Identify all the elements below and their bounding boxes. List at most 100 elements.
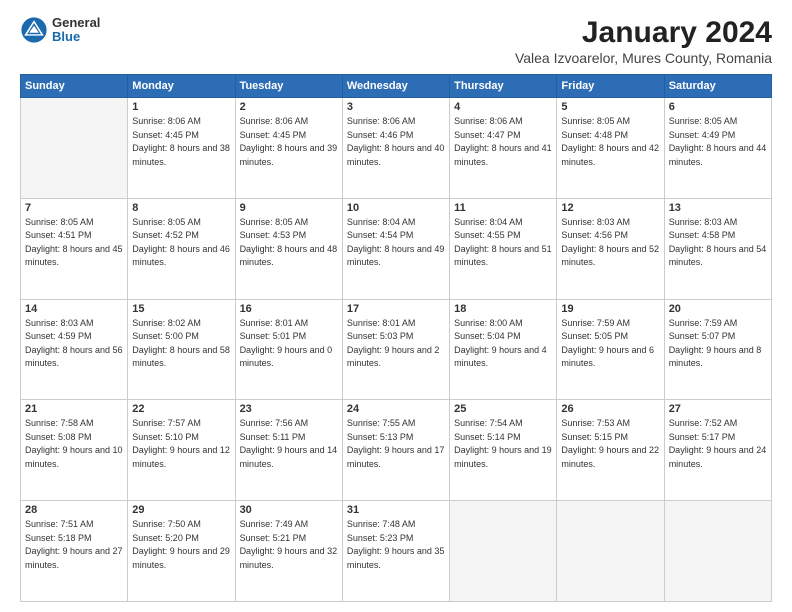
day-number: 2 (240, 101, 338, 113)
day-cell: 7Sunrise: 8:05 AMSunset: 4:51 PMDaylight… (21, 198, 128, 299)
day-detail: Sunrise: 8:03 AMSunset: 4:56 PMDaylight:… (561, 216, 659, 270)
day-cell: 13Sunrise: 8:03 AMSunset: 4:58 PMDayligh… (664, 198, 771, 299)
day-number: 25 (454, 403, 552, 415)
day-detail: Sunrise: 7:58 AMSunset: 5:08 PMDaylight:… (25, 417, 123, 471)
day-detail: Sunrise: 7:56 AMSunset: 5:11 PMDaylight:… (240, 417, 338, 471)
day-number: 14 (25, 303, 123, 315)
day-number: 20 (669, 303, 767, 315)
day-cell (21, 98, 128, 199)
day-detail: Sunrise: 8:06 AMSunset: 4:45 PMDaylight:… (132, 115, 230, 169)
day-detail: Sunrise: 8:01 AMSunset: 5:01 PMDaylight:… (240, 317, 338, 371)
day-cell: 27Sunrise: 7:52 AMSunset: 5:17 PMDayligh… (664, 400, 771, 501)
day-detail: Sunrise: 7:53 AMSunset: 5:15 PMDaylight:… (561, 417, 659, 471)
day-cell: 23Sunrise: 7:56 AMSunset: 5:11 PMDayligh… (235, 400, 342, 501)
day-cell: 18 Sunrise: 8:00 AMSunset: 5:04 PMDayligh… (450, 299, 557, 400)
day-detail: Sunrise: 8:05 AMSunset: 4:53 PMDaylight:… (240, 216, 338, 270)
day-detail: Sunrise: 7:50 AMSunset: 5:20 PMDaylight:… (132, 518, 230, 572)
day-cell: 6 Sunrise: 8:05 AMSunset: 4:49 PMDaylight… (664, 98, 771, 199)
day-detail: Sunrise: 7:51 AMSunset: 5:18 PMDaylight:… (25, 518, 123, 572)
col-header-wednesday: Wednesday (342, 75, 449, 98)
day-number: 29 (132, 504, 230, 516)
day-cell: 31Sunrise: 7:48 AMSunset: 5:23 PMDayligh… (342, 501, 449, 602)
day-detail: Sunrise: 7:49 AMSunset: 5:21 PMDaylight:… (240, 518, 338, 572)
col-header-sunday: Sunday (21, 75, 128, 98)
logo-text: General Blue (52, 16, 100, 45)
col-header-tuesday: Tuesday (235, 75, 342, 98)
week-row-5: 28 Sunrise: 7:51 AMSunset: 5:18 PMDayligh… (21, 501, 772, 602)
col-header-monday: Monday (128, 75, 235, 98)
day-number: 19 (561, 303, 659, 315)
day-cell: 19 Sunrise: 7:59 AMSunset: 5:05 PMDayligh… (557, 299, 664, 400)
day-cell: 24 Sunrise: 7:55 AMSunset: 5:13 PMDayligh… (342, 400, 449, 501)
header: General Blue January 2024 Valea Izvoarel… (20, 16, 772, 66)
day-number: 5 (561, 101, 659, 113)
day-detail: Sunrise: 8:06 AMSunset: 4:47 PMDaylight:… (454, 115, 552, 169)
day-cell: 11Sunrise: 8:04 AMSunset: 4:55 PMDayligh… (450, 198, 557, 299)
day-cell: 12 Sunrise: 8:03 AMSunset: 4:56 PMDayligh… (557, 198, 664, 299)
day-number: 1 (132, 101, 230, 113)
day-cell: 14Sunrise: 8:03 AMSunset: 4:59 PMDayligh… (21, 299, 128, 400)
day-cell (664, 501, 771, 602)
week-row-1: 1 Sunrise: 8:06 AMSunset: 4:45 PMDaylight… (21, 98, 772, 199)
day-detail: Sunrise: 8:05 AMSunset: 4:52 PMDaylight:… (132, 216, 230, 270)
main-title: January 2024 (515, 16, 772, 50)
day-cell: 8 Sunrise: 8:05 AMSunset: 4:52 PMDaylight… (128, 198, 235, 299)
day-number: 17 (347, 303, 445, 315)
day-detail: Sunrise: 7:54 AMSunset: 5:14 PMDaylight:… (454, 417, 552, 471)
logo-blue: Blue (52, 30, 100, 44)
header-row: SundayMondayTuesdayWednesdayThursdayFrid… (21, 75, 772, 98)
day-number: 12 (561, 202, 659, 214)
day-cell: 25 Sunrise: 7:54 AMSunset: 5:14 PMDayligh… (450, 400, 557, 501)
title-block: January 2024 Valea Izvoarelor, Mures Cou… (515, 16, 772, 66)
subtitle: Valea Izvoarelor, Mures County, Romania (515, 50, 772, 66)
day-detail: Sunrise: 8:02 AMSunset: 5:00 PMDaylight:… (132, 317, 230, 371)
day-detail: Sunrise: 7:57 AMSunset: 5:10 PMDaylight:… (132, 417, 230, 471)
day-detail: Sunrise: 8:04 AMSunset: 4:55 PMDaylight:… (454, 216, 552, 270)
day-cell: 1 Sunrise: 8:06 AMSunset: 4:45 PMDaylight… (128, 98, 235, 199)
day-detail: Sunrise: 7:59 AMSunset: 5:07 PMDaylight:… (669, 317, 767, 371)
day-cell: 26 Sunrise: 7:53 AMSunset: 5:15 PMDayligh… (557, 400, 664, 501)
day-detail: Sunrise: 8:03 AMSunset: 4:58 PMDaylight:… (669, 216, 767, 270)
day-number: 21 (25, 403, 123, 415)
day-cell: 22Sunrise: 7:57 AMSunset: 5:10 PMDayligh… (128, 400, 235, 501)
day-cell: 30Sunrise: 7:49 AMSunset: 5:21 PMDayligh… (235, 501, 342, 602)
day-detail: Sunrise: 8:00 AMSunset: 5:04 PMDaylight:… (454, 317, 552, 371)
day-number: 9 (240, 202, 338, 214)
logo-icon (20, 16, 48, 44)
day-cell: 3Sunrise: 8:06 AMSunset: 4:46 PMDaylight… (342, 98, 449, 199)
day-number: 26 (561, 403, 659, 415)
day-cell: 20 Sunrise: 7:59 AMSunset: 5:07 PMDayligh… (664, 299, 771, 400)
col-header-saturday: Saturday (664, 75, 771, 98)
day-number: 6 (669, 101, 767, 113)
day-number: 4 (454, 101, 552, 113)
day-cell: 21 Sunrise: 7:58 AMSunset: 5:08 PMDayligh… (21, 400, 128, 501)
day-cell: 10Sunrise: 8:04 AMSunset: 4:54 PMDayligh… (342, 198, 449, 299)
day-number: 24 (347, 403, 445, 415)
day-number: 8 (132, 202, 230, 214)
day-cell: 4 Sunrise: 8:06 AMSunset: 4:47 PMDaylight… (450, 98, 557, 199)
day-number: 16 (240, 303, 338, 315)
page: General Blue January 2024 Valea Izvoarel… (0, 0, 792, 612)
day-detail: Sunrise: 7:59 AMSunset: 5:05 PMDaylight:… (561, 317, 659, 371)
day-cell: 2 Sunrise: 8:06 AMSunset: 4:45 PMDaylight… (235, 98, 342, 199)
week-row-4: 21 Sunrise: 7:58 AMSunset: 5:08 PMDayligh… (21, 400, 772, 501)
week-row-2: 7Sunrise: 8:05 AMSunset: 4:51 PMDaylight… (21, 198, 772, 299)
week-row-3: 14Sunrise: 8:03 AMSunset: 4:59 PMDayligh… (21, 299, 772, 400)
day-detail: Sunrise: 7:52 AMSunset: 5:17 PMDaylight:… (669, 417, 767, 471)
day-detail: Sunrise: 8:01 AMSunset: 5:03 PMDaylight:… (347, 317, 445, 371)
day-cell: 15 Sunrise: 8:02 AMSunset: 5:00 PMDayligh… (128, 299, 235, 400)
logo-general: General (52, 16, 100, 30)
day-detail: Sunrise: 8:06 AMSunset: 4:45 PMDaylight:… (240, 115, 338, 169)
day-number: 28 (25, 504, 123, 516)
day-detail: Sunrise: 8:05 AMSunset: 4:49 PMDaylight:… (669, 115, 767, 169)
day-cell: 29 Sunrise: 7:50 AMSunset: 5:20 PMDayligh… (128, 501, 235, 602)
day-detail: Sunrise: 7:55 AMSunset: 5:13 PMDaylight:… (347, 417, 445, 471)
day-cell (450, 501, 557, 602)
day-number: 18 (454, 303, 552, 315)
day-number: 15 (132, 303, 230, 315)
day-cell: 17 Sunrise: 8:01 AMSunset: 5:03 PMDayligh… (342, 299, 449, 400)
day-detail: Sunrise: 7:48 AMSunset: 5:23 PMDaylight:… (347, 518, 445, 572)
day-detail: Sunrise: 8:06 AMSunset: 4:46 PMDaylight:… (347, 115, 445, 169)
day-cell (557, 501, 664, 602)
day-cell: 28 Sunrise: 7:51 AMSunset: 5:18 PMDayligh… (21, 501, 128, 602)
